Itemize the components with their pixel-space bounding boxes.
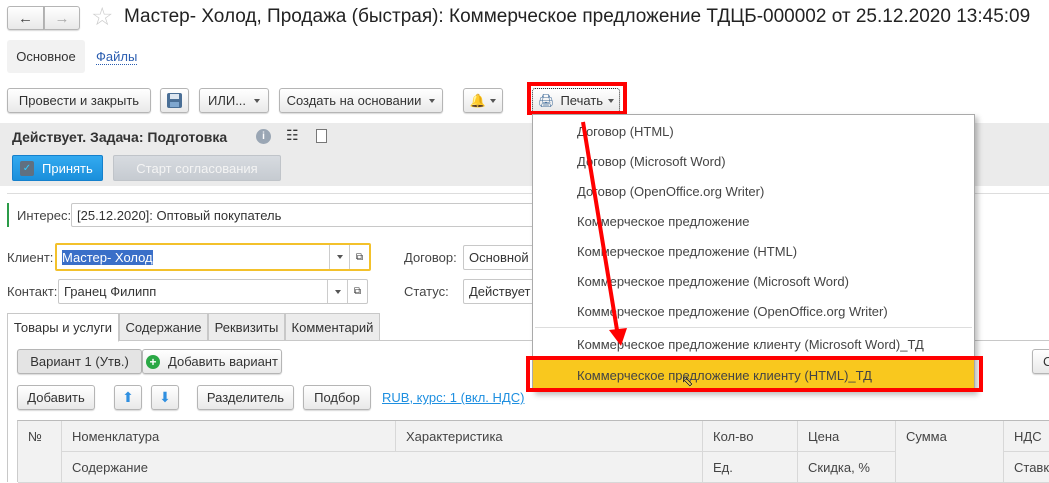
mouse-cursor-icon: ⬁ bbox=[681, 373, 694, 390]
annotation-arrow bbox=[581, 121, 627, 346]
